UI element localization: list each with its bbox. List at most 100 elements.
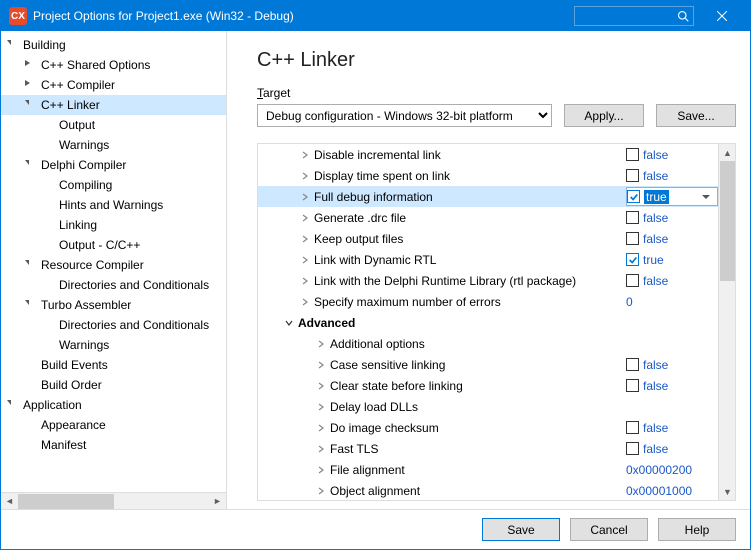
cancel-button[interactable]: Cancel [570, 518, 648, 541]
sidebar-item[interactable]: Warnings [1, 135, 226, 155]
sidebar-item[interactable]: C++ Linker [1, 95, 226, 115]
option-row[interactable]: Delay load DLLs [258, 396, 718, 417]
caret-expanded-icon[interactable] [25, 300, 35, 310]
option-row[interactable]: Disable incremental linkfalse [258, 144, 718, 165]
checkbox[interactable] [626, 253, 639, 266]
sidebar-item[interactable]: Building [1, 35, 226, 55]
close-button[interactable] [702, 1, 742, 31]
checkbox[interactable] [626, 211, 639, 224]
checkbox[interactable] [626, 169, 639, 182]
option-value[interactable]: false [626, 379, 718, 393]
chevron-right-icon[interactable] [298, 253, 312, 267]
option-row[interactable]: Link with the Delphi Runtime Library (rt… [258, 270, 718, 291]
sidebar-item[interactable]: Compiling [1, 175, 226, 195]
chevron-right-icon[interactable] [314, 358, 328, 372]
sidebar-item[interactable]: Delphi Compiler [1, 155, 226, 175]
chevron-right-icon[interactable] [314, 379, 328, 393]
sidebar-item[interactable]: Application [1, 395, 226, 415]
checkbox[interactable] [627, 190, 640, 203]
chevron-right-icon[interactable] [298, 274, 312, 288]
option-row[interactable]: Generate .drc filefalse [258, 207, 718, 228]
option-value[interactable]: true [626, 253, 718, 267]
chevron-right-icon[interactable] [298, 148, 312, 162]
chevron-right-icon[interactable] [314, 463, 328, 477]
scroll-up-icon[interactable]: ▲ [719, 144, 736, 161]
option-row[interactable]: Case sensitive linkingfalse [258, 354, 718, 375]
caret-expanded-icon[interactable] [25, 260, 35, 270]
save-button[interactable]: Save [482, 518, 560, 541]
caret-collapsed-icon[interactable] [25, 80, 35, 90]
option-row[interactable]: Advanced [258, 312, 718, 333]
sidebar-item[interactable]: Directories and Conditionals [1, 275, 226, 295]
option-row[interactable]: Keep output filesfalse [258, 228, 718, 249]
chevron-right-icon[interactable] [314, 421, 328, 435]
chevron-right-icon[interactable] [314, 337, 328, 351]
option-row[interactable]: Display time spent on linkfalse [258, 165, 718, 186]
sidebar-item[interactable]: Warnings [1, 335, 226, 355]
options-list[interactable]: Disable incremental linkfalseDisplay tim… [258, 144, 718, 500]
checkbox[interactable] [626, 379, 639, 392]
sidebar-item[interactable]: Resource Compiler [1, 255, 226, 275]
option-row[interactable]: Clear state before linkingfalse [258, 375, 718, 396]
search-input[interactable] [574, 6, 694, 26]
vertical-scrollbar[interactable]: ▲ ▼ [718, 144, 735, 500]
option-value[interactable]: true [626, 187, 718, 206]
option-value[interactable]: false [626, 358, 718, 372]
checkbox[interactable] [626, 148, 639, 161]
sidebar-item[interactable]: Hints and Warnings [1, 195, 226, 215]
option-value[interactable]: false [626, 148, 718, 162]
option-row[interactable]: Additional options [258, 333, 718, 354]
chevron-right-icon[interactable] [298, 295, 312, 309]
checkbox[interactable] [626, 274, 639, 287]
options-tree[interactable]: BuildingC++ Shared OptionsC++ CompilerC+… [1, 31, 226, 492]
option-value[interactable]: false [626, 274, 718, 288]
sidebar-item[interactable]: Manifest [1, 435, 226, 455]
checkbox[interactable] [626, 442, 639, 455]
sidebar-item[interactable]: C++ Shared Options [1, 55, 226, 75]
scrollbar-track[interactable] [18, 493, 209, 510]
chevron-right-icon[interactable] [298, 169, 312, 183]
option-value[interactable]: 0x00000200 [626, 463, 718, 477]
scroll-right-icon[interactable]: ► [209, 493, 226, 510]
option-value[interactable]: false [626, 211, 718, 225]
chevron-right-icon[interactable] [314, 442, 328, 456]
option-row[interactable]: Object alignment0x00001000 [258, 480, 718, 500]
option-value[interactable]: false [626, 232, 718, 246]
caret-collapsed-icon[interactable] [25, 60, 35, 70]
checkbox[interactable] [626, 421, 639, 434]
scrollbar-thumb[interactable] [720, 161, 735, 281]
option-row[interactable]: File alignment0x00000200 [258, 459, 718, 480]
chevron-right-icon[interactable] [314, 484, 328, 498]
sidebar-item[interactable]: Build Order [1, 375, 226, 395]
chevron-down-icon[interactable] [699, 193, 713, 201]
checkbox[interactable] [626, 232, 639, 245]
sidebar-item[interactable]: Appearance [1, 415, 226, 435]
caret-expanded-icon[interactable] [25, 160, 35, 170]
horizontal-scrollbar[interactable]: ◄ ► [1, 492, 226, 509]
option-value[interactable]: false [626, 421, 718, 435]
option-value[interactable]: 0x00001000 [626, 484, 718, 498]
sidebar-item[interactable]: Linking [1, 215, 226, 235]
option-row[interactable]: Link with Dynamic RTLtrue [258, 249, 718, 270]
sidebar-item[interactable]: C++ Compiler [1, 75, 226, 95]
option-row[interactable]: Specify maximum number of errors0 [258, 291, 718, 312]
sidebar-item[interactable]: Turbo Assembler [1, 295, 226, 315]
sidebar-item[interactable]: Output [1, 115, 226, 135]
option-value[interactable]: false [626, 442, 718, 456]
option-row[interactable]: Fast TLSfalse [258, 438, 718, 459]
sidebar-item[interactable]: Output - C/C++ [1, 235, 226, 255]
option-row[interactable]: Full debug informationtrue [258, 186, 718, 207]
scrollbar-thumb[interactable] [18, 494, 114, 509]
option-value[interactable]: false [626, 169, 718, 183]
save-target-button[interactable]: Save... [656, 104, 736, 127]
chevron-right-icon[interactable] [314, 400, 328, 414]
chevron-right-icon[interactable] [298, 232, 312, 246]
target-select[interactable]: Debug configuration - Windows 32-bit pla… [257, 104, 552, 127]
option-row[interactable]: Do image checksumfalse [258, 417, 718, 438]
scroll-left-icon[interactable]: ◄ [1, 493, 18, 510]
chevron-down-icon[interactable] [282, 316, 296, 330]
apply-button[interactable]: Apply... [564, 104, 644, 127]
sidebar-item[interactable]: Build Events [1, 355, 226, 375]
scroll-down-icon[interactable]: ▼ [719, 483, 736, 500]
caret-expanded-icon[interactable] [7, 40, 17, 50]
